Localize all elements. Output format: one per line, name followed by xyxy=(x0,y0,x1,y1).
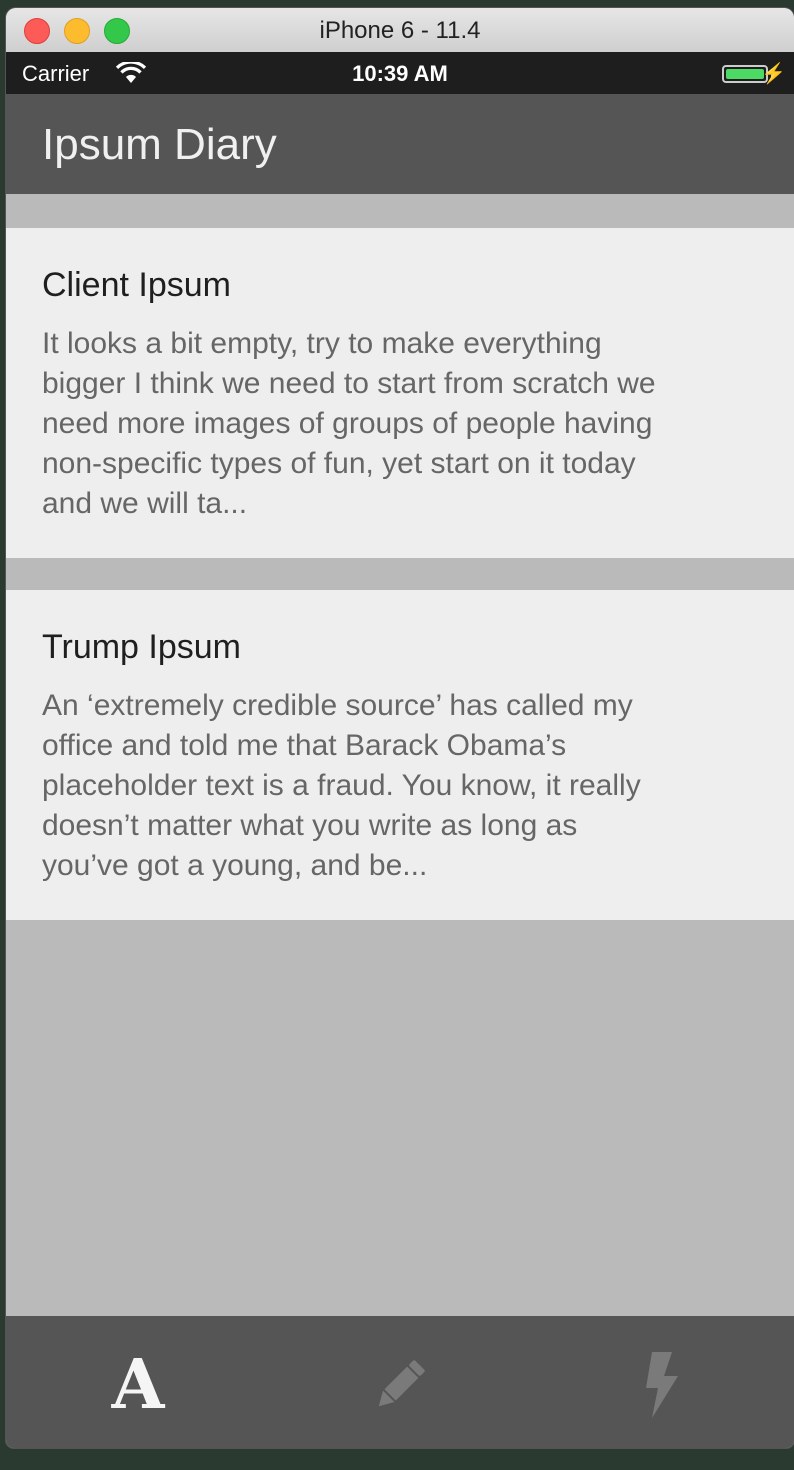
page-title: Ipsum Diary xyxy=(42,120,277,169)
entry-preview-line: need more images of groups of people hav… xyxy=(42,407,653,440)
navigation-bar: Ipsum Diary xyxy=(6,94,794,194)
entry-list[interactable]: Client Ipsum It looks a bit empty, try t… xyxy=(6,194,794,1316)
entry-title: Trump Ipsum xyxy=(42,628,242,666)
entry-preview-line: bigger I think we need to start from scr… xyxy=(42,367,656,400)
entry-title: Client Ipsum xyxy=(42,266,231,304)
status-bar: Carrier 10:39 AM ⚡ xyxy=(6,52,794,94)
entry-preview-line: you’ve got a young, and be... xyxy=(42,849,428,882)
tab-bar: A xyxy=(6,1316,794,1448)
entry-card[interactable]: Client Ipsum It looks a bit empty, try t… xyxy=(6,228,794,558)
simulator-window: iPhone 6 - 11.4 Carrier 10:39 AM ⚡ Ipsum… xyxy=(6,8,794,1448)
entry-preview-line: non-specific types of fun, yet start on … xyxy=(42,447,636,480)
tab-compose[interactable] xyxy=(360,1350,440,1420)
entry-preview-line: office and told me that Barack Obama’s xyxy=(42,729,567,762)
entry-preview-line: placeholder text is a fraud. You know, i… xyxy=(42,769,641,802)
entry-preview-line: An ‘extremely credible source’ has calle… xyxy=(42,689,633,722)
entry-preview: It looks a bit empty, try to make everyt… xyxy=(42,324,762,524)
entry-preview-line: doesn’t matter what you write as long as xyxy=(42,809,578,842)
letter-a-icon: A xyxy=(111,1345,165,1425)
entry-preview-line: and we will ta... xyxy=(42,487,248,520)
entry-preview: An ‘extremely credible source’ has calle… xyxy=(42,686,762,886)
tab-entries[interactable]: A xyxy=(98,1345,178,1425)
status-time: 10:39 AM xyxy=(352,61,448,86)
lightning-icon xyxy=(646,1352,678,1418)
entry-preview-line: It looks a bit empty, try to make everyt… xyxy=(42,327,602,360)
tab-activity[interactable] xyxy=(622,1350,702,1420)
charging-icon: ⚡ xyxy=(761,63,786,85)
pencil-icon xyxy=(378,1360,425,1407)
window-titlebar[interactable]: iPhone 6 - 11.4 xyxy=(6,8,794,53)
entry-card[interactable]: Trump Ipsum An ‘extremely credible sourc… xyxy=(6,590,794,920)
window-title: iPhone 6 - 11.4 xyxy=(319,17,481,44)
